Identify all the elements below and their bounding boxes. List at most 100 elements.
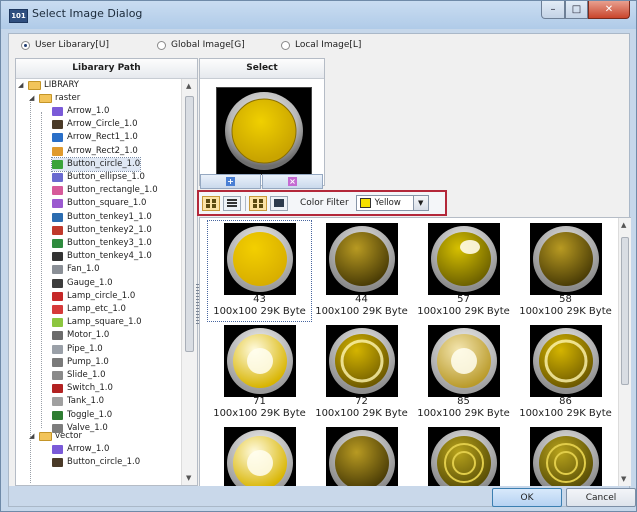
close-button[interactable]: ✕ [588, 1, 630, 19]
tree-node-vector[interactable]: ◢ vector [29, 430, 82, 443]
remove-button[interactable]: × [262, 174, 323, 189]
tree-item[interactable]: Pump_1.0 [52, 356, 109, 369]
gallery-item-id: 57 [457, 294, 470, 305]
tree-item[interactable]: Lamp_square_1.0 [52, 316, 142, 329]
scroll-up-icon[interactable]: ▲ [186, 82, 191, 90]
minimize-icon: – [550, 4, 556, 15]
tree-item[interactable]: Motor_1.0 [52, 329, 109, 342]
gallery-item-size: 100x100 29K Byte [519, 408, 612, 419]
minimize-button[interactable]: – [541, 1, 565, 19]
scrollbar-thumb[interactable] [185, 96, 194, 352]
scroll-up-icon[interactable]: ▲ [621, 221, 626, 229]
maximize-button[interactable]: □ [565, 1, 588, 19]
gallery-item[interactable] [310, 425, 413, 486]
app-icon: 101 [9, 9, 28, 23]
tree-item[interactable]: Arrow_Rect1_1.0 [52, 131, 138, 144]
scroll-down-icon[interactable]: ▼ [621, 475, 626, 483]
tree-item[interactable]: Lamp_circle_1.0 [52, 290, 135, 303]
radio-user-library[interactable]: User Libarary[U] [21, 40, 109, 50]
thumbnail-view-button[interactable] [249, 195, 267, 211]
large-grid-view-button[interactable] [202, 195, 220, 211]
button-image-thumbnail [224, 427, 296, 486]
button-image-thumbnail [530, 427, 602, 486]
tree-item[interactable]: Fan_1.0 [52, 263, 99, 276]
cancel-button[interactable]: Cancel [566, 488, 636, 507]
tree-item[interactable]: Arrow_Circle_1.0 [52, 118, 138, 131]
tree-node-raster[interactable]: ◢ raster [29, 92, 80, 105]
gallery-item-id: 72 [355, 396, 368, 407]
tree-item[interactable]: Slide_1.0 [52, 369, 106, 382]
scroll-down-icon[interactable]: ▼ [186, 474, 191, 482]
tree-item-label: Slide_1.0 [67, 370, 106, 380]
radio-global-image[interactable]: Global Image[G] [157, 40, 245, 50]
tree-item[interactable]: Arrow_Rect2_1.0 [52, 145, 138, 158]
tree-item-label: Arrow_1.0 [67, 106, 110, 116]
tree-node-label: raster [55, 93, 81, 103]
chevron-down-icon[interactable]: ▼ [412, 196, 428, 210]
button-image-thumbnail [224, 325, 296, 397]
gallery-item[interactable]: 44 100x100 29K Byte [310, 221, 413, 321]
gallery-item[interactable]: 86 100x100 29K Byte [514, 323, 617, 423]
tree-item[interactable]: Pipe_1.0 [52, 343, 103, 356]
add-remove-bar: + × [199, 174, 325, 190]
gallery-item[interactable] [208, 425, 311, 486]
gallery-item-size: 100x100 29K Byte [315, 306, 408, 317]
color-swatch [359, 198, 371, 208]
tree-item[interactable]: Switch_1.0 [52, 382, 113, 395]
tree-item[interactable]: Button_ellipse_1.0 [52, 171, 145, 184]
gallery-item-id: 44 [355, 294, 368, 305]
detail-view-button[interactable] [223, 195, 241, 211]
ok-button[interactable]: OK [492, 488, 562, 507]
tree-item-label: Gauge_1.0 [67, 277, 113, 288]
tree-item-label: Button_tenkey4_1.0 [67, 251, 152, 262]
radio-label: User Libarary[U] [35, 40, 109, 50]
tree-item[interactable]: Button_circle_1.0 [52, 456, 140, 469]
gallery-item-id: 71 [253, 396, 266, 407]
tree-item[interactable]: Lamp_etc_1.0 [52, 303, 126, 316]
gallery-item[interactable]: 85 100x100 29K Byte [412, 323, 515, 423]
gallery-scrollbar[interactable]: ▲ ▼ [618, 218, 631, 486]
image-gallery[interactable]: 86 100x100 29K Byte 85 100x100 29K Byte 72 10… [199, 217, 631, 486]
tree-item[interactable]: Gauge_1.0 [52, 277, 113, 290]
gallery-item[interactable]: 72 100x100 29K Byte [310, 323, 413, 423]
gallery-item[interactable]: 57 100x100 29K Byte [412, 221, 515, 321]
window-title: Select Image Dialog [32, 7, 143, 20]
title-bar[interactable]: 101 Select Image Dialog – □ ✕ [1, 1, 636, 29]
radio-local-image[interactable]: Local Image[L] [281, 40, 361, 50]
tree-item[interactable]: Toggle_1.0 [52, 409, 112, 422]
gallery-item[interactable] [412, 425, 515, 486]
tree-item[interactable]: Button_tenkey2_1.0 [52, 224, 152, 237]
gallery-item[interactable]: 43 100x100 29K Byte [207, 220, 312, 322]
tree-scrollbar[interactable]: ▲ ▼ [181, 79, 197, 485]
tree-item[interactable]: Button_tenkey3_1.0 [52, 237, 152, 250]
gallery-item[interactable]: 71 100x100 29K Byte [208, 323, 311, 423]
background-view-button[interactable] [270, 195, 288, 211]
tree-item[interactable]: Button_tenkey1_1.0 [52, 211, 152, 224]
library-tree[interactable]: ◢ LIBRARY ◢ raster Arrow_1.0 Arrow_Circle… [16, 79, 182, 485]
gallery-item[interactable]: 58 100x100 29K Byte [514, 221, 617, 321]
gallery-item-size: 100x100 29K Byte [213, 306, 306, 317]
tree-item[interactable]: Button_tenkey4_1.0 [52, 250, 152, 263]
tree-item-label: Button_square_1.0 [67, 198, 147, 209]
slide-icon [52, 371, 63, 380]
color-filter-dropdown[interactable]: Yellow ▼ [355, 195, 429, 211]
tree-item-label: Button_circle_1.0 [67, 158, 141, 169]
tree-item[interactable]: Arrow_1.0 [52, 443, 109, 456]
tree-item[interactable]: Button_rectangle_1.0 [52, 184, 158, 197]
library-path-header: Libarary Path [16, 59, 197, 79]
lamp-etc-icon [52, 305, 63, 314]
tree-item[interactable]: Arrow_1.0 [52, 105, 109, 118]
tree-item[interactable]: Button_square_1.0 [52, 197, 146, 210]
tree-item-label: Button_tenkey3_1.0 [67, 238, 152, 248]
tree-node-library[interactable]: ◢ LIBRARY [18, 79, 79, 92]
library-tree-panel: Libarary Path ◢ LIBRARY ◢ raster Arrow_1… [15, 58, 198, 486]
tree-item[interactable]: Tank_1.0 [52, 395, 104, 408]
select-header: Select [200, 59, 324, 79]
button-image-thumbnail [326, 427, 398, 486]
scrollbar-thumb[interactable] [621, 237, 629, 385]
tree-item[interactable]: Button_circle_1.0 [50, 156, 142, 172]
button-image-thumbnail [428, 223, 500, 295]
add-button[interactable]: + [200, 174, 261, 189]
gallery-item[interactable] [514, 425, 617, 486]
gallery-item-id: 85 [457, 396, 470, 407]
